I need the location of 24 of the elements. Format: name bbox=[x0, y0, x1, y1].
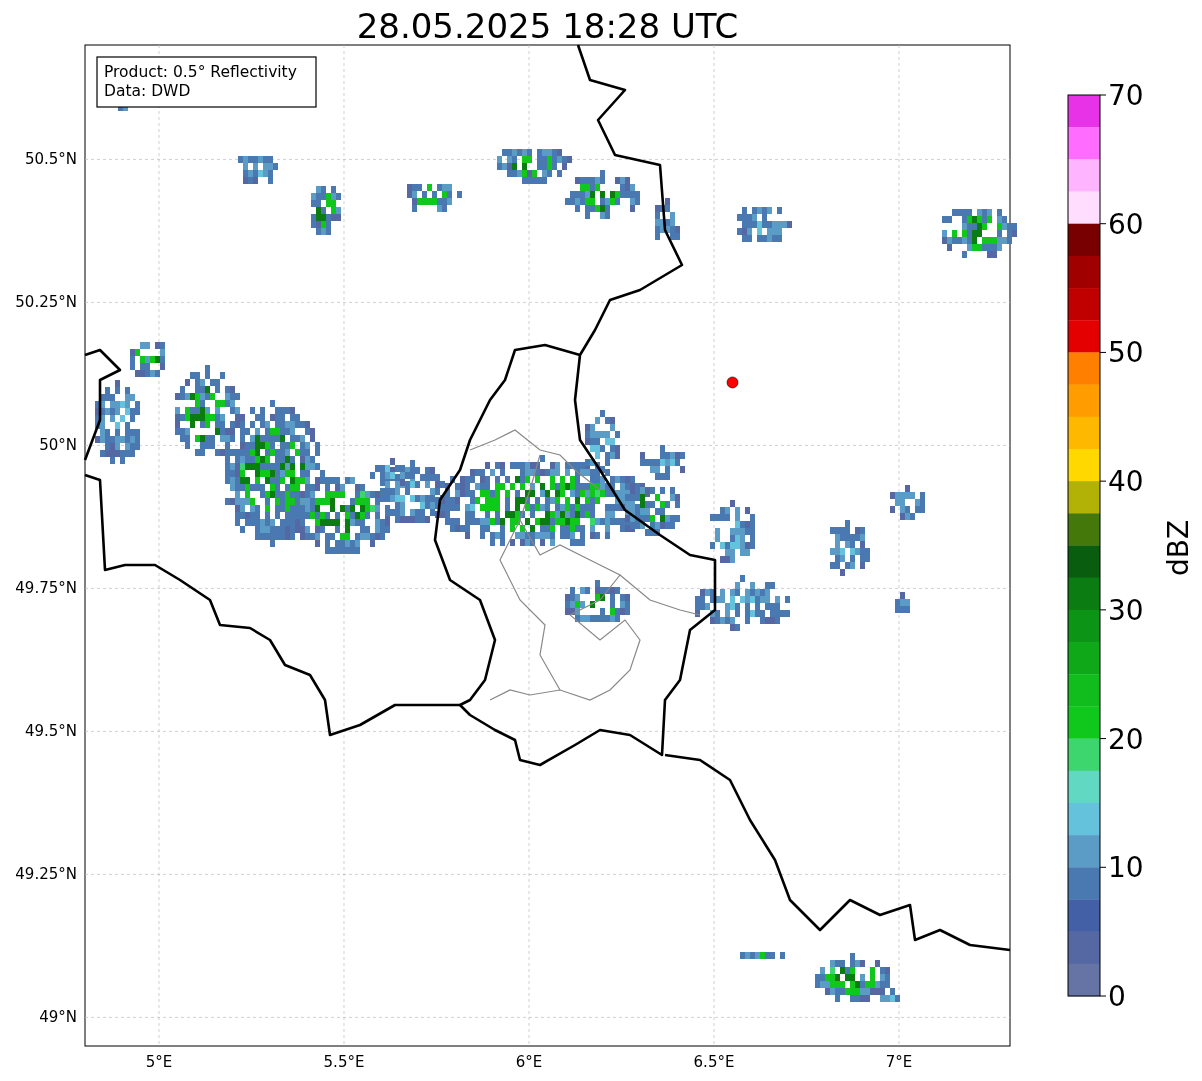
chart-title: 28.05.2025 18:28 UTC bbox=[356, 6, 739, 46]
axis-tick-label: 49.75°N bbox=[15, 579, 77, 598]
axis-tick-label: 49.25°N bbox=[15, 865, 77, 884]
axis-tick-label: 50.25°N bbox=[15, 293, 77, 312]
axis-tick-label: 49.5°N bbox=[24, 722, 77, 741]
colorbar-tick-label: 50 bbox=[1108, 336, 1144, 370]
colorbar-tick-label: 20 bbox=[1108, 722, 1144, 756]
axis-tick-label: 50°N bbox=[39, 436, 77, 455]
colorbar-tick-label: 40 bbox=[1108, 465, 1144, 499]
axis-tick-label: 5.5°E bbox=[323, 1053, 365, 1071]
legend-text: Data: DWD bbox=[104, 82, 191, 100]
colorbar-tick-label: 70 bbox=[1108, 79, 1144, 112]
axis-tick-label: 50.5°N bbox=[24, 150, 77, 169]
colorbar-label: dBZ bbox=[1162, 519, 1195, 577]
colorbar-tick-label: 10 bbox=[1108, 851, 1144, 885]
axis-tick-label: 49°N bbox=[39, 1008, 77, 1027]
axis-tick-label: 7°E bbox=[885, 1053, 913, 1071]
legend-text: Product: 0.5° Reflectivity bbox=[104, 63, 297, 81]
colorbar-tick-label: 60 bbox=[1108, 207, 1144, 241]
axis-tick-label: 6.5°E bbox=[693, 1053, 735, 1071]
colorbar-tick-label: 30 bbox=[1108, 593, 1144, 627]
axis-tick-label: 6°E bbox=[515, 1053, 543, 1071]
colorbar-tick-label: 0 bbox=[1108, 980, 1126, 1013]
axis-tick-label: 5°E bbox=[145, 1053, 173, 1071]
